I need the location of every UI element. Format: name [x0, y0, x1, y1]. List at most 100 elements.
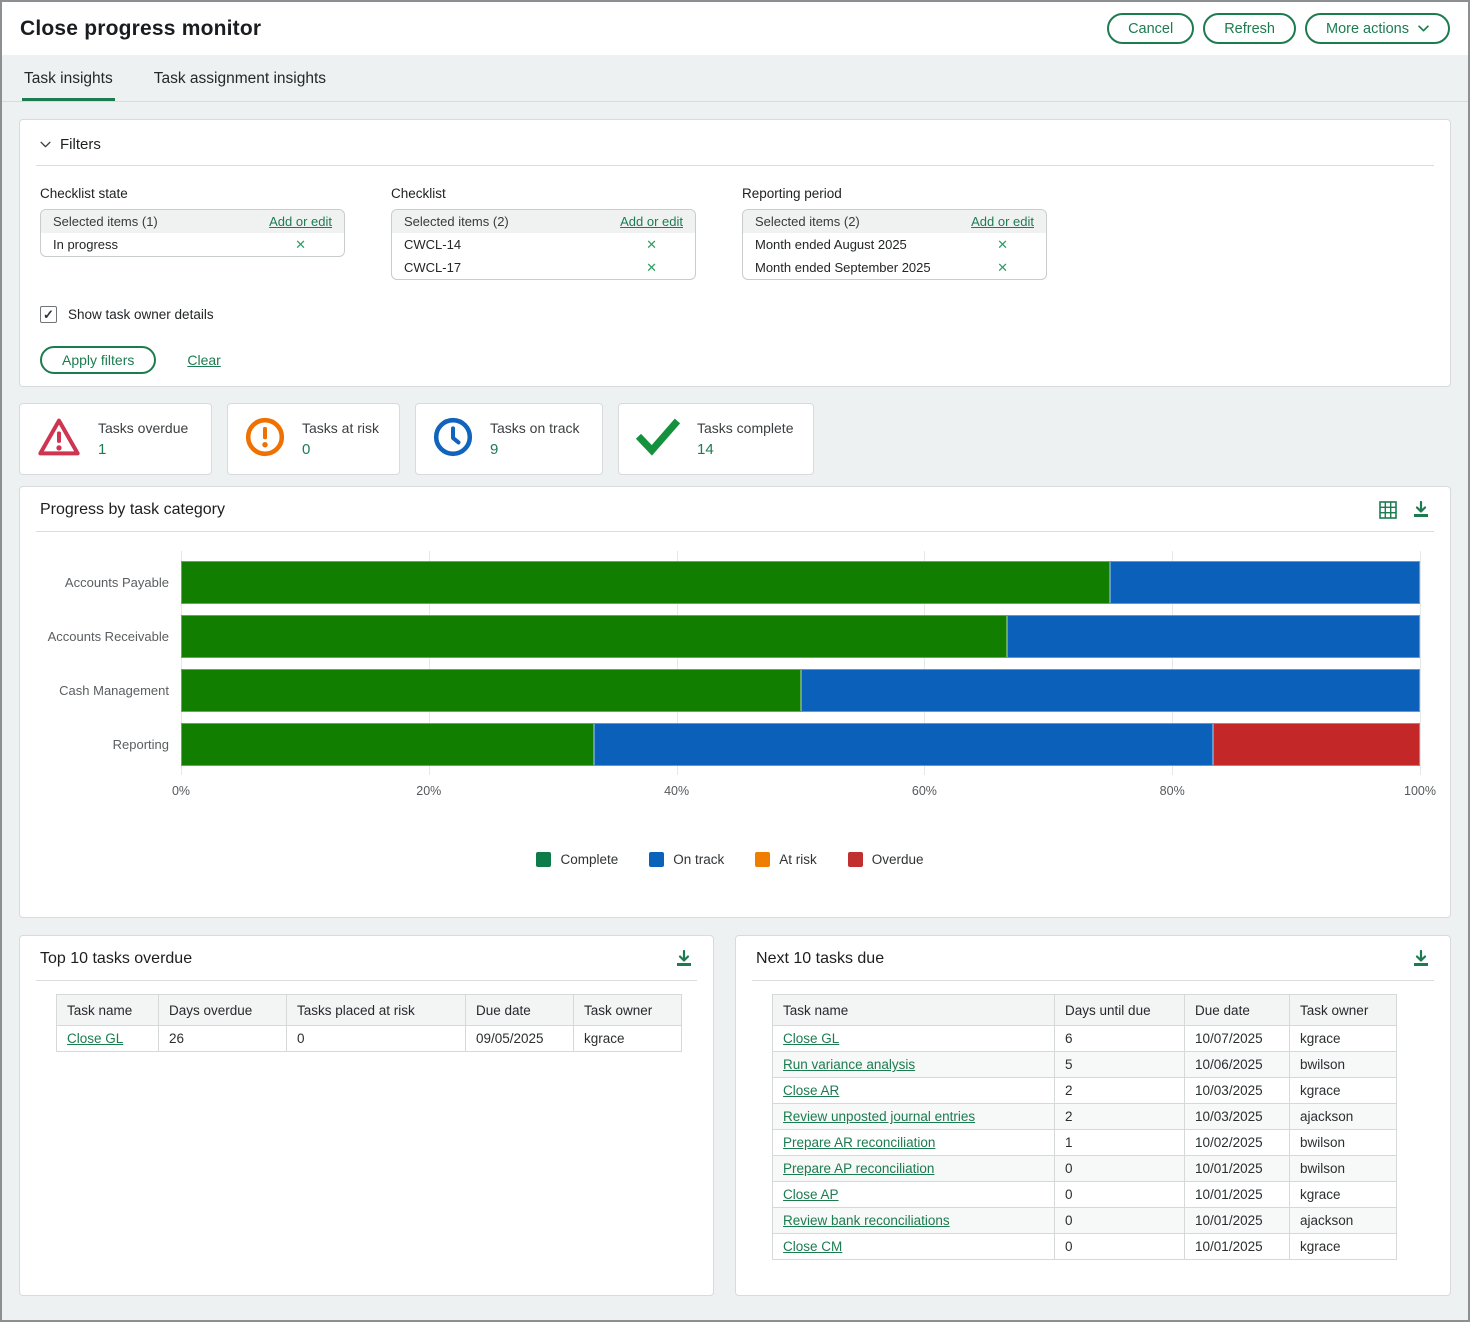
bar-segment-complete — [181, 615, 1007, 658]
column-header: Days overdue — [159, 995, 287, 1026]
page-title: Close progress monitor — [20, 17, 261, 41]
chart-category-label: Reporting — [40, 737, 181, 752]
selected-items-box: Selected items (1)Add or editIn progress… — [40, 209, 345, 257]
summary-card: Tasks complete14 — [618, 403, 814, 475]
download-icon[interactable] — [1412, 501, 1430, 519]
chart-x-axis: 0%20%40%60%80%100% — [181, 784, 1420, 800]
due-panel-title: Next 10 tasks due — [756, 950, 884, 968]
bar-segment-complete — [181, 561, 1110, 604]
app-header: Close progress monitor Cancel Refresh Mo… — [2, 2, 1468, 55]
table-cell: 10/01/2025 — [1185, 1208, 1290, 1234]
clear-filters-link[interactable]: Clear — [187, 352, 220, 368]
more-actions-button[interactable]: More actions — [1305, 13, 1450, 44]
download-icon[interactable] — [675, 950, 693, 968]
chevron-down-icon — [1418, 25, 1429, 32]
selected-items-header: Selected items (2)Add or edit — [392, 210, 695, 233]
legend-swatch-complete — [536, 852, 551, 867]
add-or-edit-link[interactable]: Add or edit — [269, 214, 332, 229]
table-cell: 1 — [1055, 1130, 1185, 1156]
legend-label: Overdue — [872, 852, 924, 867]
apply-filters-button[interactable]: Apply filters — [40, 346, 156, 374]
chart-bar-track — [181, 561, 1420, 604]
chart-title: Progress by task category — [40, 501, 225, 519]
table-cell: ajackson — [1290, 1208, 1397, 1234]
filter-groups: Checklist stateSelected items (1)Add or … — [20, 166, 1450, 280]
remove-item-icon[interactable]: ✕ — [997, 238, 1008, 251]
chart-toolbar — [1379, 501, 1430, 519]
summary-card-value: 14 — [697, 441, 793, 458]
task-name-cell: Close CM — [773, 1234, 1055, 1260]
refresh-button[interactable]: Refresh — [1203, 13, 1296, 44]
x-axis-tick-label: 0% — [172, 784, 190, 798]
filters-toggle[interactable]: Filters — [20, 120, 1450, 153]
task-link[interactable]: Prepare AR reconciliation — [783, 1135, 935, 1150]
selected-item-label: CWCL-17 — [404, 260, 461, 275]
chart-category-row: Accounts Receivable — [40, 609, 1420, 663]
task-link[interactable]: Review bank reconciliations — [783, 1213, 950, 1228]
remove-item-icon[interactable]: ✕ — [997, 261, 1008, 274]
legend-item: Overdue — [848, 852, 924, 867]
remove-item-icon[interactable]: ✕ — [646, 261, 657, 274]
selected-item-label: Month ended September 2025 — [755, 260, 931, 275]
task-link[interactable]: Close GL — [67, 1031, 123, 1046]
table-cell: 10/03/2025 — [1185, 1104, 1290, 1130]
table-cell: ajackson — [1290, 1104, 1397, 1130]
task-link[interactable]: Close CM — [783, 1239, 842, 1254]
table-row: Close CM010/01/2025kgrace — [773, 1234, 1397, 1260]
task-link[interactable]: Close AP — [783, 1187, 839, 1202]
cancel-button[interactable]: Cancel — [1107, 13, 1194, 44]
summary-card-label: Tasks overdue — [98, 420, 188, 436]
column-header: Tasks placed at risk — [287, 995, 466, 1026]
task-name-cell: Prepare AP reconciliation — [773, 1156, 1055, 1182]
legend-item: At risk — [755, 852, 817, 867]
summary-card-value: 9 — [490, 441, 579, 458]
bar-segment-on-track — [594, 723, 1214, 766]
task-link[interactable]: Close GL — [783, 1031, 839, 1046]
show-task-owner-details-checkbox[interactable]: ✓ — [40, 306, 57, 323]
task-link[interactable]: Run variance analysis — [783, 1057, 915, 1072]
task-link[interactable]: Prepare AP reconciliation — [783, 1161, 934, 1176]
table-row: Prepare AP reconciliation010/01/2025bwil… — [773, 1156, 1397, 1182]
selected-item-label: CWCL-14 — [404, 237, 461, 252]
remove-item-icon[interactable]: ✕ — [646, 238, 657, 251]
legend-label: On track — [673, 852, 724, 867]
task-name-cell: Close GL — [773, 1026, 1055, 1052]
task-link[interactable]: Review unposted journal entries — [783, 1109, 975, 1124]
table-cell: 10/06/2025 — [1185, 1052, 1290, 1078]
summary-card: Tasks on track9 — [415, 403, 603, 475]
exclamation-circle-icon — [245, 417, 285, 462]
table-cell: bwilson — [1290, 1130, 1397, 1156]
overdue-panel-title: Top 10 tasks overdue — [40, 950, 192, 968]
table-cell: 0 — [1055, 1182, 1185, 1208]
filters-panel: Filters Checklist stateSelected items (1… — [19, 119, 1451, 387]
remove-item-icon[interactable]: ✕ — [295, 238, 306, 251]
table-view-icon[interactable] — [1379, 501, 1397, 519]
checkbox-label: Show task owner details — [68, 307, 214, 322]
column-header: Task owner — [574, 995, 682, 1026]
chart-category-label: Cash Management — [40, 683, 181, 698]
task-name-cell: Prepare AR reconciliation — [773, 1130, 1055, 1156]
chart-rows: Accounts Payable Accounts Receivable Cash … — [40, 555, 1420, 771]
checkmark-icon — [636, 418, 680, 461]
tab-task-assignment-insights[interactable]: Task assignment insights — [152, 55, 328, 101]
add-or-edit-link[interactable]: Add or edit — [620, 214, 683, 229]
table-cell: bwilson — [1290, 1052, 1397, 1078]
chart-legend: CompleteOn trackAt riskOverdue — [40, 852, 1420, 867]
filter-group: ChecklistSelected items (2)Add or editCW… — [391, 186, 696, 280]
table-cell: 09/05/2025 — [466, 1026, 574, 1052]
tab-task-insights[interactable]: Task insights — [22, 55, 115, 101]
selected-item-row: CWCL-14 ✕ — [392, 233, 695, 256]
table-row: Review bank reconciliations010/01/2025aj… — [773, 1208, 1397, 1234]
download-icon[interactable] — [1412, 950, 1430, 968]
add-or-edit-link[interactable]: Add or edit — [971, 214, 1034, 229]
filter-group: Checklist stateSelected items (1)Add or … — [40, 186, 345, 280]
chart-category-label: Accounts Payable — [40, 575, 181, 590]
column-header: Task name — [57, 995, 159, 1026]
column-header: Task name — [773, 995, 1055, 1026]
x-axis-tick-label: 20% — [416, 784, 441, 798]
task-link[interactable]: Close AR — [783, 1083, 839, 1098]
legend-item: On track — [649, 852, 724, 867]
table-cell: 6 — [1055, 1026, 1185, 1052]
x-axis-tick-label: 80% — [1160, 784, 1185, 798]
next-due-table: Task nameDays until dueDue dateTask owne… — [772, 994, 1397, 1260]
